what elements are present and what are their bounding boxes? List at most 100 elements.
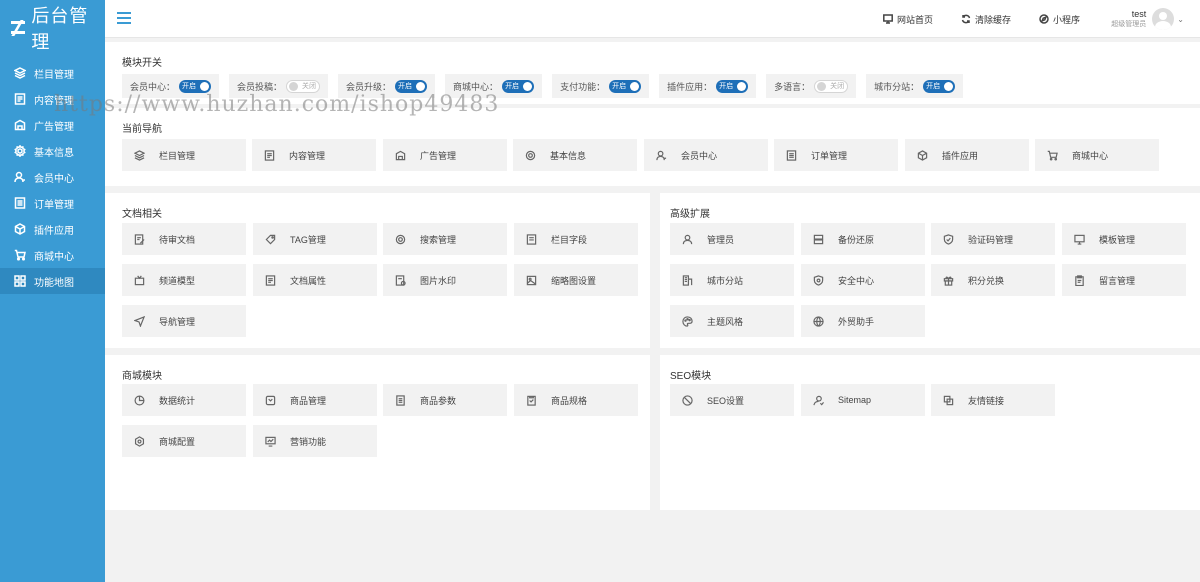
tag-icon bbox=[265, 234, 276, 244]
sidebar-item-content[interactable]: 内容管理 bbox=[0, 86, 105, 112]
mini-program-link[interactable]: 小程序 bbox=[1039, 13, 1080, 26]
advanced-panel: 高级扩展 管理员 备份还原 验证码管理 模板管理 城市分站 安全中心 积分兑换 … bbox=[660, 193, 1200, 348]
tile-label: 营销功能 bbox=[290, 436, 327, 447]
sidebar-item-orders[interactable]: 订单管理 bbox=[0, 190, 105, 216]
site-home-link[interactable]: 网站首页 bbox=[883, 13, 933, 26]
sidebar-item-plugins[interactable]: 插件应用 bbox=[0, 216, 105, 242]
avatar[interactable] bbox=[1152, 8, 1175, 30]
user-meta: test 超级管理员 bbox=[1111, 9, 1146, 29]
doc-tile-watermark[interactable]: 图片水印 bbox=[383, 264, 507, 296]
nav-tile-content[interactable]: 内容管理 bbox=[252, 139, 376, 171]
toggle-switch[interactable]: 开启 bbox=[609, 79, 642, 93]
nav-tile-basic-info[interactable]: 基本信息 bbox=[513, 139, 637, 171]
tile-label: 验证码管理 bbox=[968, 234, 1014, 245]
fields-icon bbox=[526, 233, 537, 245]
doc-tile-thumbnail[interactable]: 缩略图设置 bbox=[514, 264, 638, 296]
sidebar-item-feature-map[interactable]: 功能地图 bbox=[0, 268, 105, 294]
refresh-icon bbox=[961, 14, 971, 24]
sidebar-item-members[interactable]: 会员中心 bbox=[0, 164, 105, 190]
mall-tile-specs[interactable]: 商品规格 bbox=[514, 384, 638, 416]
doc-tile-attributes[interactable]: 文档属性 bbox=[253, 264, 377, 296]
sidebar: 后台管理 栏目管理 内容管理 广告管理 基本信息 会员中心 订单管理 插件应用 … bbox=[0, 0, 105, 582]
mall-tile-marketing[interactable]: 营销功能 bbox=[253, 425, 377, 457]
nav-tile-mall[interactable]: 商城中心 bbox=[1035, 139, 1159, 171]
sidebar-item-columns[interactable]: 栏目管理 bbox=[0, 60, 105, 86]
toggle-switch[interactable]: 开启 bbox=[923, 79, 956, 93]
seo-tile-settings[interactable]: SEO设置 bbox=[670, 384, 794, 416]
adv-tile-foreign-trade[interactable]: 外贸助手 bbox=[801, 305, 925, 337]
adv-tile-admin[interactable]: 管理员 bbox=[670, 223, 794, 255]
mall-tile-products[interactable]: 商品管理 bbox=[253, 384, 377, 416]
sidebar-item-ads[interactable]: 广告管理 bbox=[0, 112, 105, 138]
tile-label: 广告管理 bbox=[420, 150, 457, 161]
doc-tile-pending[interactable]: 待审文档 bbox=[122, 223, 246, 255]
toggle-switch[interactable]: 关闭 bbox=[286, 79, 321, 93]
tile-label: Sitemap bbox=[838, 395, 872, 405]
adv-tile-captcha[interactable]: 验证码管理 bbox=[931, 223, 1055, 255]
logo[interactable]: 后台管理 bbox=[0, 0, 105, 56]
doc-tile-tag[interactable]: TAG管理 bbox=[253, 223, 377, 255]
nav-tile-plugins[interactable]: 插件应用 bbox=[905, 139, 1029, 171]
nav-tile-members[interactable]: 会员中心 bbox=[644, 139, 768, 171]
sidebar-item-label: 内容管理 bbox=[34, 95, 74, 107]
mall-tile-statistics[interactable]: 数据统计 bbox=[122, 384, 246, 416]
mall-panel: 商城模块 数据统计 商品管理 商品参数 商品规格 商城配置 营销功能 bbox=[105, 355, 650, 510]
sidebar-item-label: 插件应用 bbox=[34, 225, 74, 237]
user-menu[interactable]: test 超级管理员 ⌄ bbox=[1111, 6, 1184, 32]
adv-tile-theme[interactable]: 主题风格 bbox=[670, 305, 794, 337]
mall-title: 商城模块 bbox=[122, 371, 162, 382]
tile-label: 模板管理 bbox=[1099, 234, 1136, 245]
menu-toggle-icon[interactable] bbox=[117, 12, 131, 24]
nav-tile-columns[interactable]: 栏目管理 bbox=[122, 139, 246, 171]
tile-label: 导航管理 bbox=[159, 316, 196, 327]
toggle-switch[interactable]: 开启 bbox=[395, 79, 428, 93]
adv-tile-backup[interactable]: 备份还原 bbox=[801, 223, 925, 255]
switch-label: 会员中心： bbox=[130, 81, 176, 92]
toggle-switch[interactable]: 关闭 bbox=[814, 79, 849, 93]
clear-cache-link[interactable]: 清除缓存 bbox=[961, 13, 1011, 26]
nav-tile-ads[interactable]: 广告管理 bbox=[383, 139, 507, 171]
doc-tile-search[interactable]: 搜索管理 bbox=[383, 223, 507, 255]
adv-tile-security[interactable]: 安全中心 bbox=[801, 264, 925, 296]
doc-tile-channel-model[interactable]: 频道模型 bbox=[122, 264, 246, 296]
gift-icon bbox=[943, 276, 954, 286]
spec-icon bbox=[527, 395, 536, 406]
adv-tile-points[interactable]: 积分兑换 bbox=[931, 264, 1055, 296]
pie-chart-icon bbox=[134, 395, 145, 405]
chevron-down-icon[interactable]: ⌄ bbox=[1177, 15, 1184, 24]
docs-title: 文档相关 bbox=[122, 209, 162, 220]
toggle-switch[interactable]: 开启 bbox=[716, 79, 749, 93]
list-icon bbox=[396, 394, 405, 406]
tile-label: 待审文档 bbox=[159, 234, 196, 245]
advanced-title: 高级扩展 bbox=[670, 209, 710, 220]
tile-label: 外贸助手 bbox=[838, 316, 875, 327]
doc-tile-navigation[interactable]: 导航管理 bbox=[122, 305, 246, 337]
nav-tile-orders[interactable]: 订单管理 bbox=[774, 139, 898, 171]
gear-icon bbox=[134, 435, 145, 447]
seo-tile-sitemap[interactable]: Sitemap bbox=[801, 384, 925, 416]
switch-label: 多语言： bbox=[774, 81, 811, 92]
sidebar-item-mall[interactable]: 商城中心 bbox=[0, 242, 105, 268]
user-icon bbox=[14, 171, 26, 183]
edit-doc-icon bbox=[134, 233, 145, 245]
seo-tile-links[interactable]: 友情链接 bbox=[931, 384, 1055, 416]
gear-icon bbox=[14, 145, 26, 157]
cart-icon bbox=[14, 249, 26, 261]
sidebar-item-basic-info[interactable]: 基本信息 bbox=[0, 138, 105, 164]
tile-label: 会员中心 bbox=[681, 150, 718, 161]
switch-label: 支付功能： bbox=[560, 81, 606, 92]
switch-label: 插件应用： bbox=[667, 81, 713, 92]
toggle-switch[interactable]: 开启 bbox=[179, 79, 212, 93]
mall-tile-config[interactable]: 商城配置 bbox=[122, 425, 246, 457]
user-icon bbox=[656, 150, 667, 160]
monitor-icon bbox=[1074, 234, 1085, 245]
adv-tile-messages[interactable]: 留言管理 bbox=[1062, 264, 1186, 296]
mall-tile-params[interactable]: 商品参数 bbox=[383, 384, 507, 416]
topbar: 网站首页 清除缓存 小程序 test 超级管理员 ⌄ bbox=[105, 0, 1200, 38]
adv-tile-city-site[interactable]: 城市分站 bbox=[670, 264, 794, 296]
tile-label: 商品管理 bbox=[290, 395, 327, 406]
adv-tile-templates[interactable]: 模板管理 bbox=[1062, 223, 1186, 255]
doc-tile-fields[interactable]: 栏目字段 bbox=[514, 223, 638, 255]
clear-cache-label: 清除缓存 bbox=[974, 14, 1011, 25]
toggle-switch[interactable]: 开启 bbox=[502, 79, 535, 93]
